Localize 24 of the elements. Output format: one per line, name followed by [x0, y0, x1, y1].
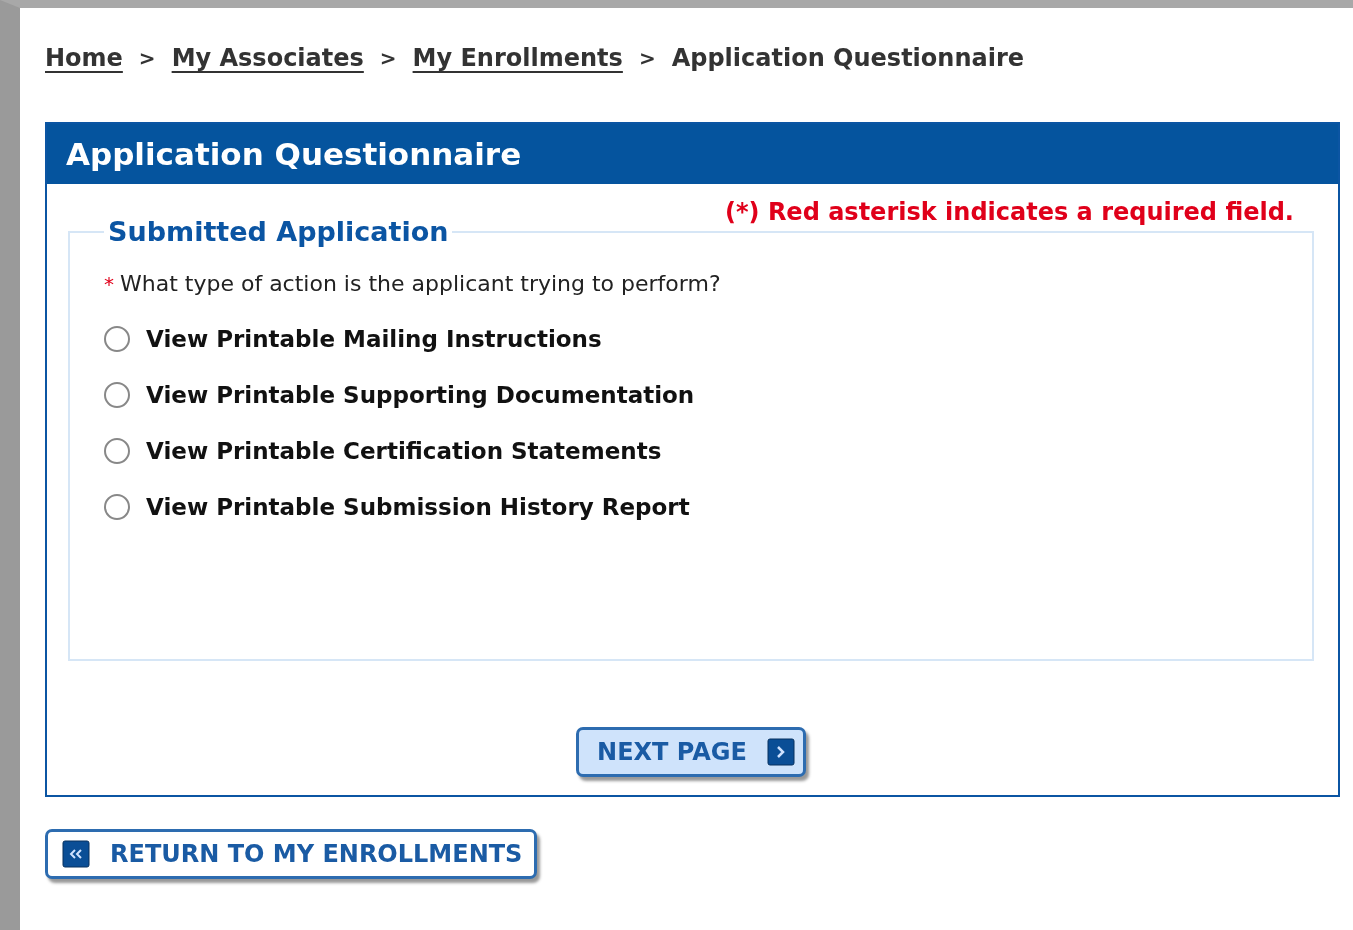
radio-label[interactable]: View Printable Submission History Report: [146, 494, 690, 520]
radio-label[interactable]: View Printable Mailing Instructions: [146, 326, 602, 352]
chevron-right-icon: [766, 738, 795, 766]
radio-button[interactable]: [104, 382, 130, 408]
radio-button[interactable]: [104, 326, 130, 352]
breadcrumb-link[interactable]: My Associates: [171, 44, 364, 72]
radio-button[interactable]: [104, 438, 130, 464]
radio-button[interactable]: [104, 494, 130, 520]
fieldset-legend: Submitted Application: [104, 216, 453, 247]
breadcrumb-link[interactable]: My Enrollments: [412, 44, 623, 72]
breadcrumb-separator: >: [638, 46, 656, 70]
breadcrumb-link[interactable]: Home: [45, 44, 123, 72]
breadcrumb-separator: >: [379, 46, 397, 70]
required-note: (*) Red asterisk indicates a required field.: [725, 198, 1294, 226]
radio-label[interactable]: View Printable Supporting Documentation: [146, 382, 695, 408]
double-chevron-left-icon: [62, 840, 90, 868]
required-asterisk: *: [104, 272, 114, 296]
radio-label[interactable]: View Printable Certification Statements: [146, 438, 662, 464]
breadcrumb-separator: >: [138, 46, 156, 70]
breadcrumb-current: Application Questionnaire: [671, 44, 1025, 72]
question-text: What type of action is the applicant trying to perform?: [120, 271, 721, 296]
return-button[interactable]: RETURN TO MY ENROLLMENTS: [45, 829, 538, 879]
panel-title: Application Questionnaire: [66, 136, 522, 172]
next-page-button[interactable]: NEXT PAGE: [576, 727, 806, 777]
